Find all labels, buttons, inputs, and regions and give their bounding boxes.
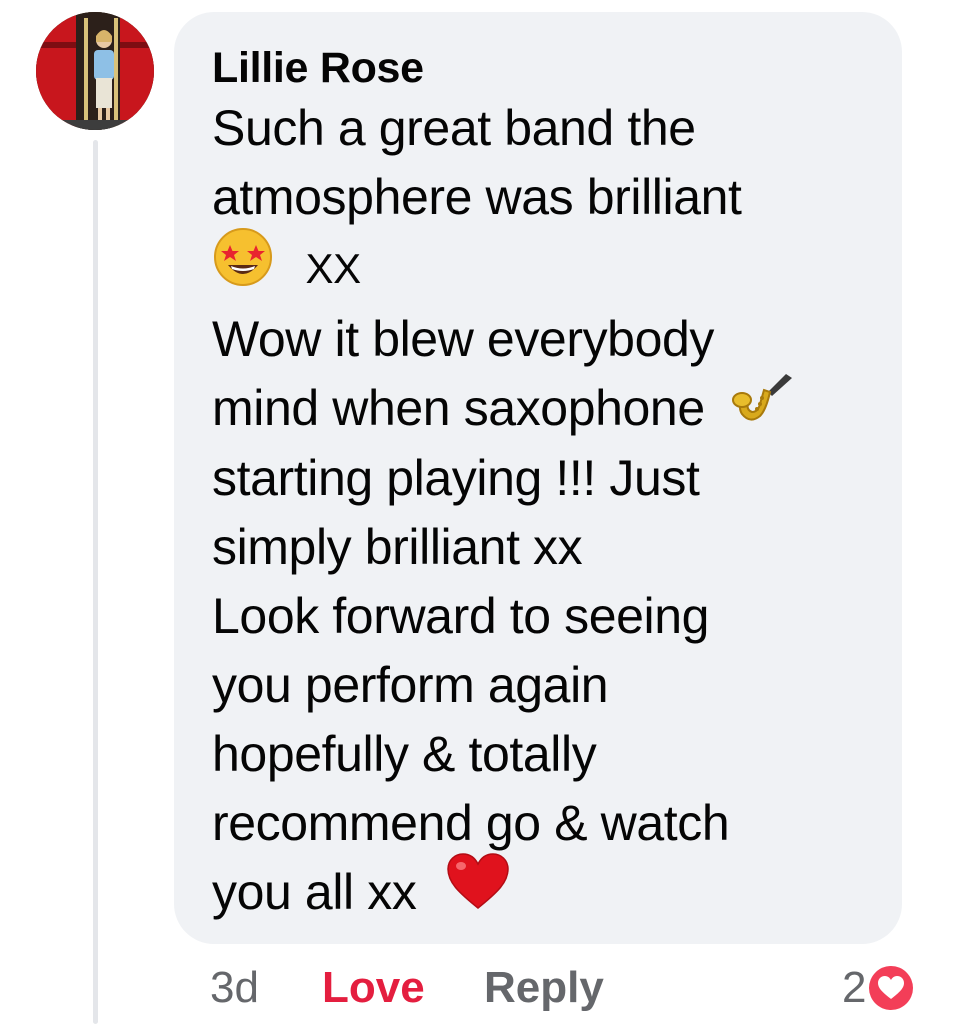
red-heart-emoji-icon xyxy=(446,852,510,928)
avatar-photo xyxy=(36,12,154,130)
comment-line: Wow it blew everybody xyxy=(212,310,715,367)
comment-author[interactable]: Lillie Rose xyxy=(212,42,872,94)
heart-reaction-icon xyxy=(869,966,914,1010)
reply-button[interactable]: Reply xyxy=(484,958,604,1018)
comment-line: starting playing !!! Just xyxy=(212,449,700,506)
saxophone-emoji-icon xyxy=(732,370,794,444)
love-button[interactable]: Love xyxy=(322,958,425,1018)
comment-line: atmosphere was brilliant xyxy=(212,169,742,225)
comment-line-emoji: XX xyxy=(212,227,872,305)
comment-inline-text: you all xx xyxy=(212,863,417,920)
comment-line: Such a great band the xyxy=(212,100,696,156)
comment-timestamp[interactable]: 3d xyxy=(210,958,259,1018)
thread-line xyxy=(93,140,98,1024)
comment-bubble[interactable]: Lillie Rose Such a great band the atmosp… xyxy=(174,12,902,944)
comment-line: Look forward to seeing xyxy=(212,587,710,644)
comment-line: recommend go & watch xyxy=(212,794,730,851)
star-struck-emoji-icon xyxy=(212,225,274,305)
comment-line: you perform again xyxy=(212,656,609,713)
comment-inline-text: mind when saxophone xyxy=(212,379,705,436)
comment-inline-text: XX xyxy=(305,245,362,292)
reaction-summary[interactable]: 2 xyxy=(842,958,914,1018)
comment-line: hopefully & totally xyxy=(212,725,597,782)
comment-line-emoji: you all xx xyxy=(212,853,872,929)
comment-line: simply brilliant xx xyxy=(212,518,583,575)
comment-line-emoji: mind when saxophone xyxy=(212,373,872,444)
avatar[interactable] xyxy=(36,12,154,130)
comment-thread: Lillie Rose Such a great band the atmosp… xyxy=(0,0,960,1024)
reaction-count: 2 xyxy=(842,963,867,1012)
